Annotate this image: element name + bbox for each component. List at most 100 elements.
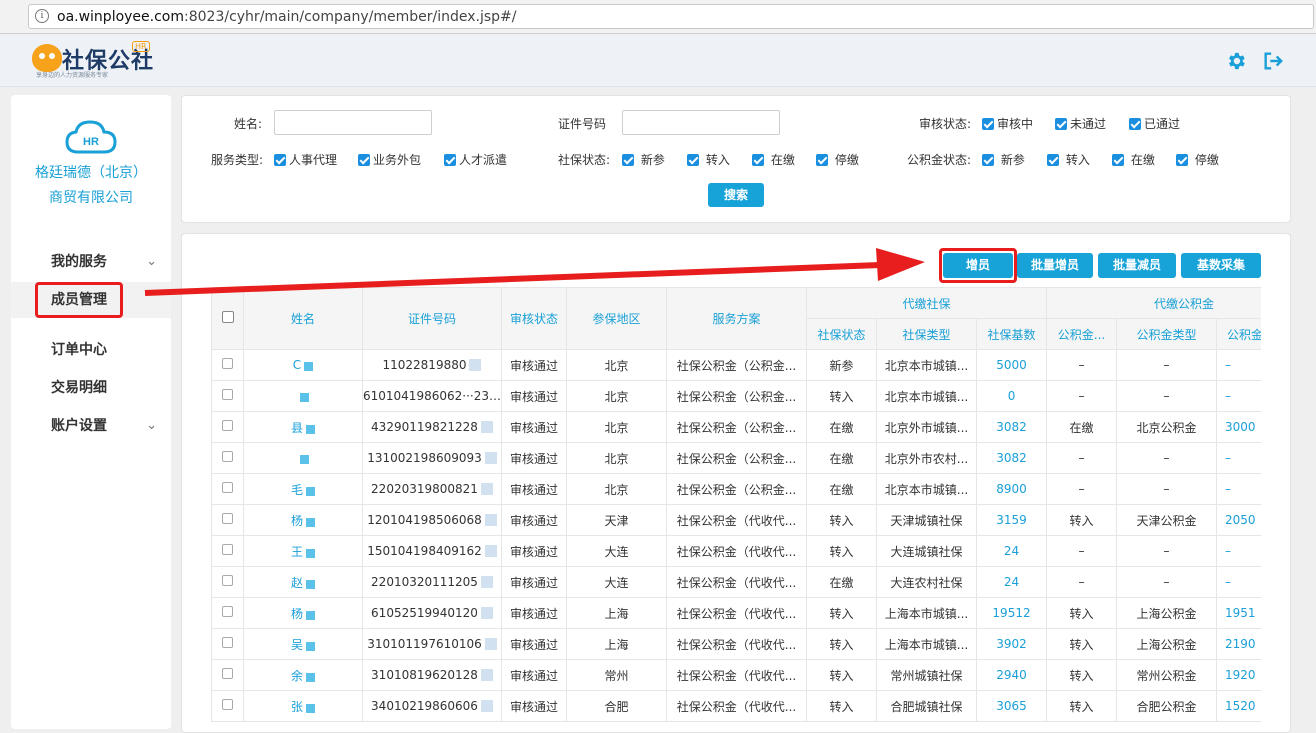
audit-checkbox-rejected[interactable]: 未通过 bbox=[1055, 115, 1106, 132]
privacy-blur bbox=[480, 669, 493, 681]
nav-transactions[interactable]: 交易明细 bbox=[11, 370, 171, 406]
cell-region-text: 天津 bbox=[604, 513, 629, 528]
cell-name[interactable]: 王 bbox=[243, 535, 363, 567]
cell-name[interactable] bbox=[243, 442, 363, 474]
social-checkbox-transfer[interactable]: 转入 bbox=[687, 151, 730, 168]
service-checkbox-dispatch[interactable]: 人才派遣 bbox=[444, 151, 507, 168]
cell-social-status-text: 在缴 bbox=[829, 482, 854, 497]
select-all-checkbox[interactable] bbox=[221, 311, 234, 323]
row-select-checkbox[interactable] bbox=[222, 358, 233, 369]
cell-name[interactable]: 吴 bbox=[243, 628, 363, 660]
row-checkbox[interactable] bbox=[211, 690, 244, 722]
batch-add-button[interactable]: 批量增员 bbox=[1017, 253, 1093, 278]
table-row[interactable]: 余 31010819620128 审核通过 常州 社保公积金（代收代... 转入 常州城镇社… bbox=[211, 659, 1261, 691]
cell-audit: 审核通过 bbox=[501, 411, 567, 443]
service-checkbox-outsourcing[interactable]: 业务外包 bbox=[358, 151, 421, 168]
batch-reduce-button[interactable]: 批量减员 bbox=[1098, 253, 1176, 278]
row-select-checkbox[interactable] bbox=[222, 544, 233, 555]
nav-member-management[interactable]: 成员管理 bbox=[11, 282, 171, 318]
row-checkbox[interactable] bbox=[211, 380, 244, 412]
row-checkbox[interactable] bbox=[211, 349, 244, 381]
table-row[interactable]: 杨 120104198506068 审核通过 天津 社保公积金（代收代... 转入 天津城镇… bbox=[211, 504, 1261, 536]
cell-plan-text: 社保公积金（公积金... bbox=[676, 451, 797, 466]
row-checkbox[interactable] bbox=[211, 535, 244, 567]
nav-order-center[interactable]: 订单中心 bbox=[11, 332, 171, 368]
row-select-checkbox[interactable] bbox=[222, 482, 233, 493]
row-select-checkbox[interactable] bbox=[222, 420, 233, 431]
app-logo[interactable]: 社保公社 HR 享身边的人力资源服务专家 bbox=[32, 41, 162, 81]
table-row[interactable]: 吴 310101197610106 审核通过 上海 社保公积金（代收代... 转入 上海本市… bbox=[211, 628, 1261, 660]
cell-name[interactable] bbox=[243, 380, 363, 412]
row-checkbox[interactable] bbox=[211, 628, 244, 660]
table-row[interactable]: 张 34010219860606 审核通过 合肥 社保公积金（代收代... 转入 合肥城镇社… bbox=[211, 690, 1261, 722]
row-checkbox[interactable] bbox=[211, 566, 244, 598]
row-checkbox[interactable] bbox=[211, 659, 244, 691]
row-checkbox[interactable] bbox=[211, 473, 244, 505]
row-checkbox[interactable] bbox=[211, 504, 244, 536]
row-checkbox[interactable] bbox=[211, 597, 244, 629]
row-select-checkbox[interactable] bbox=[222, 575, 233, 586]
cell-fund-status: – bbox=[1046, 349, 1118, 381]
cell-name[interactable]: 毛 bbox=[243, 473, 363, 505]
cell-name[interactable]: 杨 bbox=[243, 504, 363, 536]
audit-checkbox-pending[interactable]: 审核中 bbox=[982, 115, 1033, 132]
cell-fund-status: – bbox=[1046, 566, 1118, 598]
add-member-button[interactable]: 增员 bbox=[943, 253, 1013, 278]
cell-name[interactable]: 县 bbox=[243, 411, 363, 443]
cell-name[interactable]: C bbox=[243, 349, 363, 381]
cell-name[interactable]: 赵 bbox=[243, 566, 363, 598]
row-checkbox[interactable] bbox=[211, 411, 244, 443]
social-checkbox-paying[interactable]: 在缴 bbox=[752, 151, 795, 168]
cell-id-text: 150104198409162 bbox=[367, 544, 482, 558]
nav-account-settings[interactable]: 账户设置 ⌄ bbox=[11, 408, 171, 444]
id-input[interactable] bbox=[622, 110, 780, 135]
fund-checkbox-transfer[interactable]: 转入 bbox=[1047, 151, 1090, 168]
row-select-checkbox[interactable] bbox=[222, 606, 233, 617]
audit-checkbox-approved[interactable]: 已通过 bbox=[1129, 115, 1180, 132]
table-row[interactable]: 毛 22020319800821 审核通过 北京 社保公积金（公积金... 在缴 北京本市城… bbox=[211, 473, 1261, 505]
row-checkbox[interactable] bbox=[211, 442, 244, 474]
cell-id: 150104198409162 bbox=[362, 535, 502, 567]
social-checkbox-stopped[interactable]: 停缴 bbox=[816, 151, 859, 168]
row-select-checkbox[interactable] bbox=[222, 637, 233, 648]
base-collect-button[interactable]: 基数采集 bbox=[1181, 253, 1261, 278]
name-input[interactable] bbox=[274, 110, 432, 135]
social-checkbox-new[interactable]: 新参 bbox=[622, 151, 665, 168]
cell-fund-type-text: 天津公积金 bbox=[1136, 513, 1197, 528]
fund-checkbox-stopped[interactable]: 停缴 bbox=[1176, 151, 1219, 168]
info-icon[interactable]: i bbox=[35, 9, 49, 23]
table-row[interactable]: 赵 22010320111205 审核通过 大连 社保公积金（代收代... 在缴 大连农村社… bbox=[211, 566, 1261, 598]
row-select-checkbox[interactable] bbox=[222, 451, 233, 462]
row-select-checkbox[interactable] bbox=[222, 389, 233, 400]
privacy-blur bbox=[306, 641, 315, 651]
search-button[interactable]: 搜索 bbox=[708, 183, 764, 207]
select-all-cell[interactable] bbox=[211, 287, 244, 350]
cell-fund-type: 北京公积金 bbox=[1116, 411, 1218, 443]
table-row[interactable]: C 11022819880 审核通过 北京 社保公积金（公积金... 新参 北京本市城镇..… bbox=[211, 349, 1261, 381]
row-select-checkbox[interactable] bbox=[222, 513, 233, 524]
cell-audit: 审核通过 bbox=[501, 380, 567, 412]
cell-region: 北京 bbox=[566, 349, 667, 381]
checkbox-label: 在缴 bbox=[1130, 153, 1155, 167]
fund-checkbox-paying[interactable]: 在缴 bbox=[1112, 151, 1155, 168]
fund-checkbox-new[interactable]: 新参 bbox=[982, 151, 1025, 168]
table-row[interactable]: 王 150104198409162 审核通过 大连 社保公积金（代收代... 转入 大连城镇… bbox=[211, 535, 1261, 567]
cell-social-status: 在缴 bbox=[806, 566, 877, 598]
table-row[interactable]: 131002198609093 审核通过 北京 社保公积金（公积金... 在缴 北京外市农… bbox=[211, 442, 1261, 474]
row-select-checkbox[interactable] bbox=[222, 668, 233, 679]
row-select-checkbox[interactable] bbox=[222, 699, 233, 710]
service-checkbox-agency[interactable]: 人事代理 bbox=[274, 151, 337, 168]
cell-name[interactable]: 余 bbox=[243, 659, 363, 691]
cell-name[interactable]: 张 bbox=[243, 690, 363, 722]
table-row[interactable]: 县 43290119821228 审核通过 北京 社保公积金（公积金... 在缴 北京外市城… bbox=[211, 411, 1261, 443]
table-row[interactable]: 6101041986062···23 审核通过 北京 社保公积金（公积金... 转入 北京… bbox=[211, 380, 1261, 412]
nav-my-services[interactable]: 我的服务 ⌄ bbox=[11, 244, 171, 280]
fund-status-label: 公积金状态: bbox=[907, 153, 972, 167]
privacy-blur bbox=[480, 576, 493, 588]
cell-plan: 社保公积金（代收代... bbox=[666, 504, 807, 536]
gear-icon[interactable] bbox=[1225, 50, 1247, 72]
cell-name[interactable]: 杨 bbox=[243, 597, 363, 629]
logout-icon[interactable] bbox=[1262, 50, 1284, 72]
url-field[interactable]: i oa.winployee.com:8023/cyhr/main/compan… bbox=[28, 4, 1314, 29]
table-row[interactable]: 杨 61052519940120 审核通过 上海 社保公积金（代收代... 转入 上海本市城… bbox=[211, 597, 1261, 629]
